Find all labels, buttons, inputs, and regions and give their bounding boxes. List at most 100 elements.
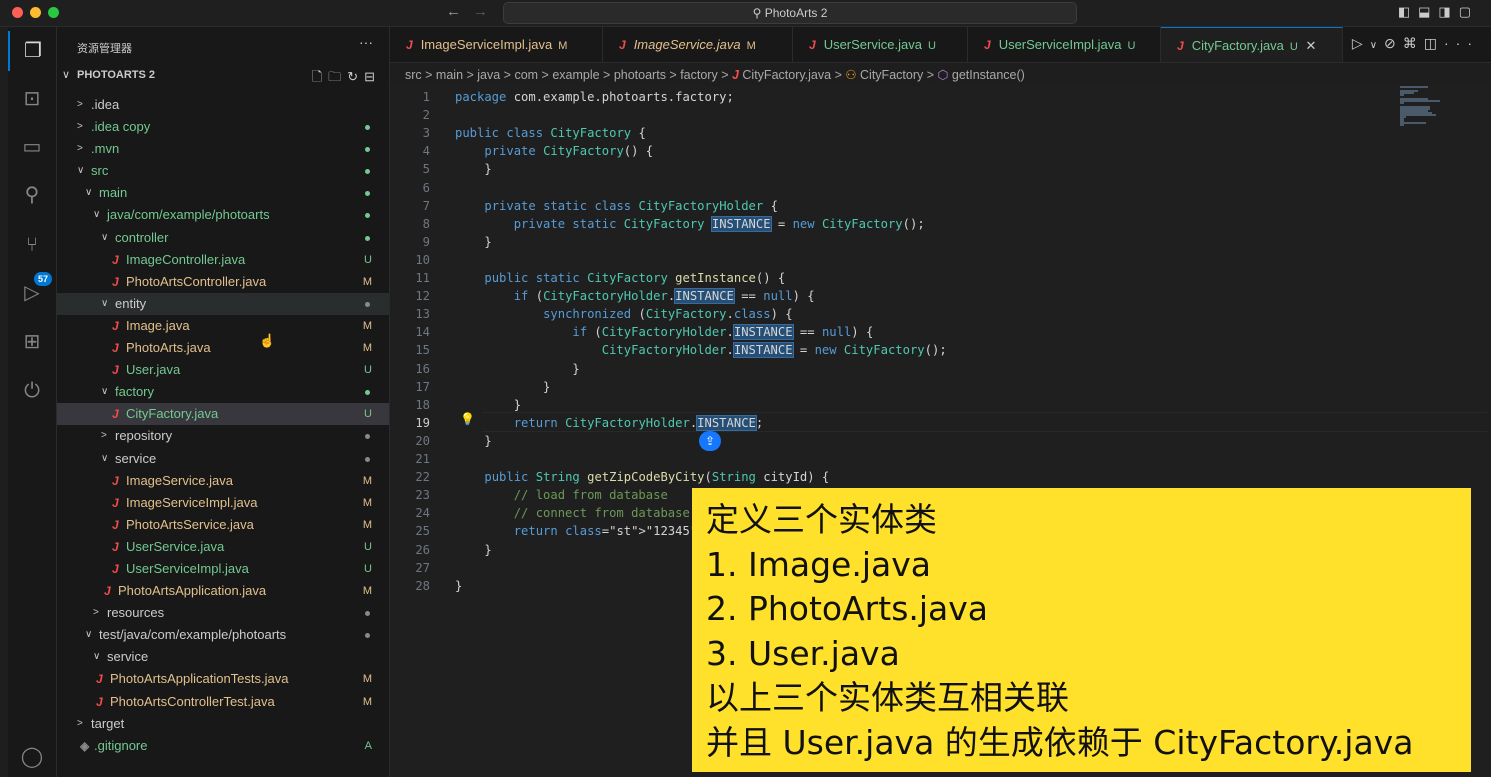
search-icon[interactable]: ⚲ — [8, 175, 56, 215]
tree-file-item[interactable]: ◈ .gitignore A — [57, 735, 389, 757]
tree-file-item[interactable]: J PhotoArtsControllerTest.java M — [57, 691, 389, 713]
tree-file-item[interactable]: J PhotoArts.java M — [57, 337, 389, 359]
explorer-icon[interactable]: ❐ — [8, 31, 56, 71]
run-debug-icon[interactable]: ▷ — [8, 273, 56, 313]
customize-layout-icon[interactable]: ▢ — [1459, 4, 1479, 19]
source-control-icon[interactable]: ⑂ — [8, 225, 56, 265]
tree-folder-item[interactable]: ∨ test/java/com/example/photoarts — [57, 624, 389, 646]
window-title: PhotoArts 2 — [764, 6, 828, 20]
account-icon[interactable]: ◯ — [8, 737, 56, 777]
line-number: 4 — [422, 144, 430, 159]
run-icon[interactable]: ▷ — [1352, 35, 1370, 51]
tree-file-item[interactable]: J PhotoArtsApplicationTests.java M — [57, 668, 389, 690]
tree-folder-item[interactable]: ∨ service — [57, 646, 389, 668]
line-number: 5 — [422, 162, 430, 177]
tree-file-item[interactable]: J ImageService.java M — [57, 470, 389, 492]
git-status-badge: M — [362, 342, 372, 355]
java-file-icon: J — [112, 341, 119, 356]
tree-folder-item[interactable]: ∨ controller — [57, 227, 389, 249]
maximize-window-button[interactable] — [48, 7, 59, 18]
chevron-right-icon: > — [463, 68, 478, 82]
tree-file-item[interactable]: J CityFactory.java U — [57, 403, 389, 426]
tree-folder-item[interactable]: ∨ java/com/example/photoarts — [57, 204, 389, 226]
git-status-badge: U — [364, 408, 372, 421]
new-folder-icon[interactable]: 🗀 — [328, 69, 347, 84]
java-file-icon: J — [104, 584, 111, 599]
tree-item-label: resources — [107, 605, 165, 621]
copilot-icon[interactable]: ⌘ — [1403, 35, 1424, 51]
editor-tab[interactable]: J UserService.java U — [793, 27, 968, 62]
tree-file-item[interactable]: J UserService.java U — [57, 536, 389, 558]
remote-explorer-icon[interactable]: ⊡ — [8, 79, 56, 119]
tree-item-label: PhotoArts.java — [126, 340, 211, 356]
chevron-right-icon: > — [77, 143, 83, 155]
command-center[interactable]: ⚲ PhotoArts 2 — [503, 2, 1077, 24]
line-number: 3 — [422, 126, 430, 141]
tree-folder-item[interactable]: > target — [57, 713, 389, 735]
breadcrumb-item[interactable]: getInstance() — [952, 68, 1025, 82]
tree-folder-item[interactable]: > resources — [57, 602, 389, 624]
spring-boot-icon[interactable]: ⏻ — [8, 371, 56, 411]
overlay-line: 1. Image.java — [706, 544, 931, 584]
tree-folder-item[interactable]: ∨ entity — [57, 292, 389, 315]
back-arrow-icon[interactable]: ← — [446, 3, 461, 20]
chevron-down-icon[interactable]: ∨ — [1370, 40, 1384, 51]
tree-file-item[interactable]: J PhotoArtsApplication.java M — [57, 580, 389, 602]
breadcrumb-item[interactable]: CityFactory.java — [742, 68, 831, 82]
chevron-right-icon: > — [599, 68, 614, 82]
breadcrumb-item[interactable]: src — [405, 68, 422, 82]
refresh-icon[interactable]: ↻ — [347, 69, 364, 84]
breadcrumb-item[interactable]: CityFactory — [860, 68, 923, 82]
breadcrumb-item[interactable]: photoarts — [614, 68, 666, 82]
breadcrumb-item[interactable]: java — [477, 68, 500, 82]
editor-tab[interactable]: J UserServiceImpl.java U — [968, 27, 1161, 62]
project-section-header[interactable]: ∨ PHOTOARTS 2 🗋🗀↻⊟ — [57, 66, 389, 88]
tree-file-item[interactable]: J ImageServiceImpl.java M — [57, 492, 389, 514]
tree-file-item[interactable]: J PhotoArtsController.java M — [57, 271, 389, 293]
editor-tab[interactable]: J ImageService.java M — [603, 27, 793, 62]
breadcrumb-item[interactable]: main — [436, 68, 463, 82]
chevron-down-icon: ∨ — [101, 297, 109, 309]
minimize-window-button[interactable] — [30, 7, 41, 18]
extensions-icon[interactable]: ⊞ — [8, 322, 56, 362]
more-actions-icon[interactable]: ··· — [1444, 35, 1479, 51]
open-changes-icon[interactable]: ⊘ — [1384, 35, 1403, 51]
tree-folder-item[interactable]: ∨ factory — [57, 381, 389, 403]
tree-folder-item[interactable]: ∨ main — [57, 182, 389, 204]
tree-file-item[interactable]: J Image.java M — [57, 315, 389, 337]
tree-file-item[interactable]: J PhotoArtsService.java M — [57, 514, 389, 536]
line-number: 18 — [415, 397, 430, 412]
tree-folder-item[interactable]: > .idea copy — [57, 116, 389, 138]
more-actions-icon[interactable]: ··· — [359, 34, 373, 50]
toggle-primary-sidebar-icon[interactable]: ◧ — [1398, 4, 1418, 19]
line-number: 9 — [422, 234, 430, 249]
tree-folder-item[interactable]: > .mvn — [57, 138, 389, 160]
breadcrumb-item[interactable]: example — [552, 68, 599, 82]
git-status-dot — [365, 434, 370, 440]
copilot-suggestion-icon[interactable]: ⇪ — [699, 431, 721, 451]
forward-arrow-icon[interactable]: → — [473, 3, 488, 20]
toggle-secondary-sidebar-icon[interactable]: ◨ — [1438, 4, 1458, 19]
new-file-icon[interactable]: 🗋 — [312, 69, 328, 84]
editor-tab[interactable]: J CityFactory.java U ✕ — [1161, 27, 1343, 62]
close-window-button[interactable] — [12, 7, 23, 18]
tree-file-item[interactable]: J User.java U — [57, 359, 389, 381]
close-tab-icon[interactable]: ✕ — [1302, 38, 1316, 53]
editor-tab[interactable]: J ImageServiceImpl.java M — [390, 27, 603, 62]
git-status-badge: U — [364, 562, 372, 575]
breadcrumb-item[interactable]: com — [514, 68, 538, 82]
tree-file-item[interactable]: J UserServiceImpl.java U — [57, 558, 389, 580]
minimap[interactable] — [1400, 86, 1480, 126]
collapse-all-icon[interactable]: ⊟ — [364, 69, 381, 84]
tree-folder-item[interactable]: > repository — [57, 425, 389, 447]
split-editor-icon[interactable]: ◫ — [1424, 35, 1444, 51]
tree-folder-item[interactable]: > .idea — [57, 94, 389, 116]
remote-monitor-icon[interactable]: ▭ — [8, 127, 56, 167]
toggle-panel-icon[interactable]: ⬓ — [1418, 4, 1438, 19]
tree-folder-item[interactable]: ∨ service — [57, 448, 389, 470]
tree-folder-item[interactable]: ∨ src — [57, 160, 389, 182]
breadcrumb-item[interactable]: factory — [680, 68, 718, 82]
java-file-icon: J — [96, 672, 103, 687]
tree-file-item[interactable]: J ImageController.java U — [57, 249, 389, 271]
git-status-badge: U — [364, 540, 372, 553]
